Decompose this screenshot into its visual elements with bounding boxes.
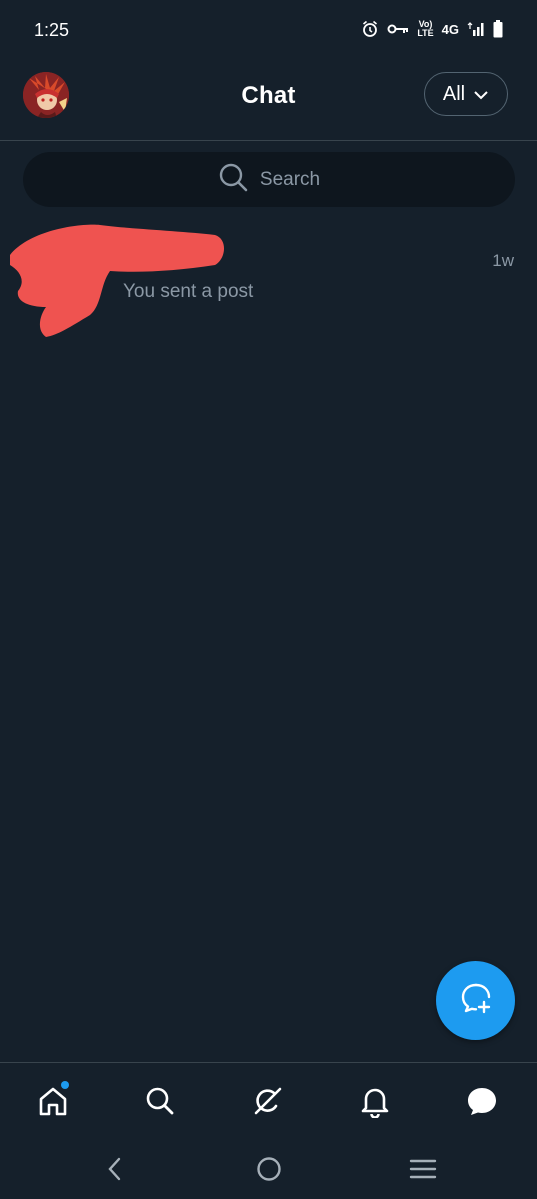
redaction-scribble <box>10 224 225 337</box>
chevron-down-icon <box>473 83 489 106</box>
filter-label: All <box>442 82 466 105</box>
network-type: 4G <box>441 21 459 37</box>
battery-icon <box>493 20 503 38</box>
nav-grok[interactable] <box>248 1081 288 1121</box>
header: Chat All <box>0 60 537 141</box>
search-placeholder: Search <box>259 168 321 190</box>
system-back-button[interactable] <box>100 1156 130 1182</box>
system-recents-button[interactable] <box>408 1156 438 1182</box>
notifications-icon <box>361 1088 389 1118</box>
search-icon <box>146 1087 174 1115</box>
conversation-preview: You sent a post <box>123 281 254 302</box>
volte-indicator: Vo) LTE <box>417 20 433 38</box>
status-bar: 1:25 Vo) LTE 4G <box>0 0 537 60</box>
bottom-nav <box>0 1062 537 1139</box>
system-home-button[interactable] <box>254 1156 284 1182</box>
new-chat-icon <box>458 980 494 1021</box>
nav-home[interactable] <box>33 1081 73 1121</box>
conversation-row[interactable]: 1w You sent a post <box>0 215 537 345</box>
nav-messages[interactable] <box>462 1081 502 1121</box>
grok-icon <box>254 1087 282 1115</box>
new-message-button[interactable] <box>436 961 515 1040</box>
vpn-key-icon <box>387 23 409 35</box>
signal-icon <box>467 22 485 36</box>
status-time: 1:25 <box>34 20 70 40</box>
recents-icon <box>409 1159 437 1179</box>
messages-icon <box>468 1088 496 1115</box>
alarm-icon <box>361 20 379 38</box>
home-circle-icon <box>257 1157 281 1181</box>
nav-search[interactable] <box>140 1081 180 1121</box>
search-icon <box>218 162 248 197</box>
chat-screen: 1:25 Vo) LTE 4G Chat All Search 1w You s… <box>0 0 537 1199</box>
filter-dropdown-button[interactable]: All <box>424 72 508 116</box>
volte-line2: LTE <box>417 28 434 38</box>
back-chevron-icon <box>108 1157 121 1181</box>
system-nav-bar <box>0 1138 537 1199</box>
search-input[interactable]: Search <box>23 152 515 207</box>
nav-notifications[interactable] <box>355 1081 395 1121</box>
status-icons: Vo) LTE 4G <box>361 20 503 38</box>
conversation-time: 1w <box>492 251 514 270</box>
home-notification-dot <box>61 1081 69 1089</box>
home-icon <box>39 1087 67 1116</box>
